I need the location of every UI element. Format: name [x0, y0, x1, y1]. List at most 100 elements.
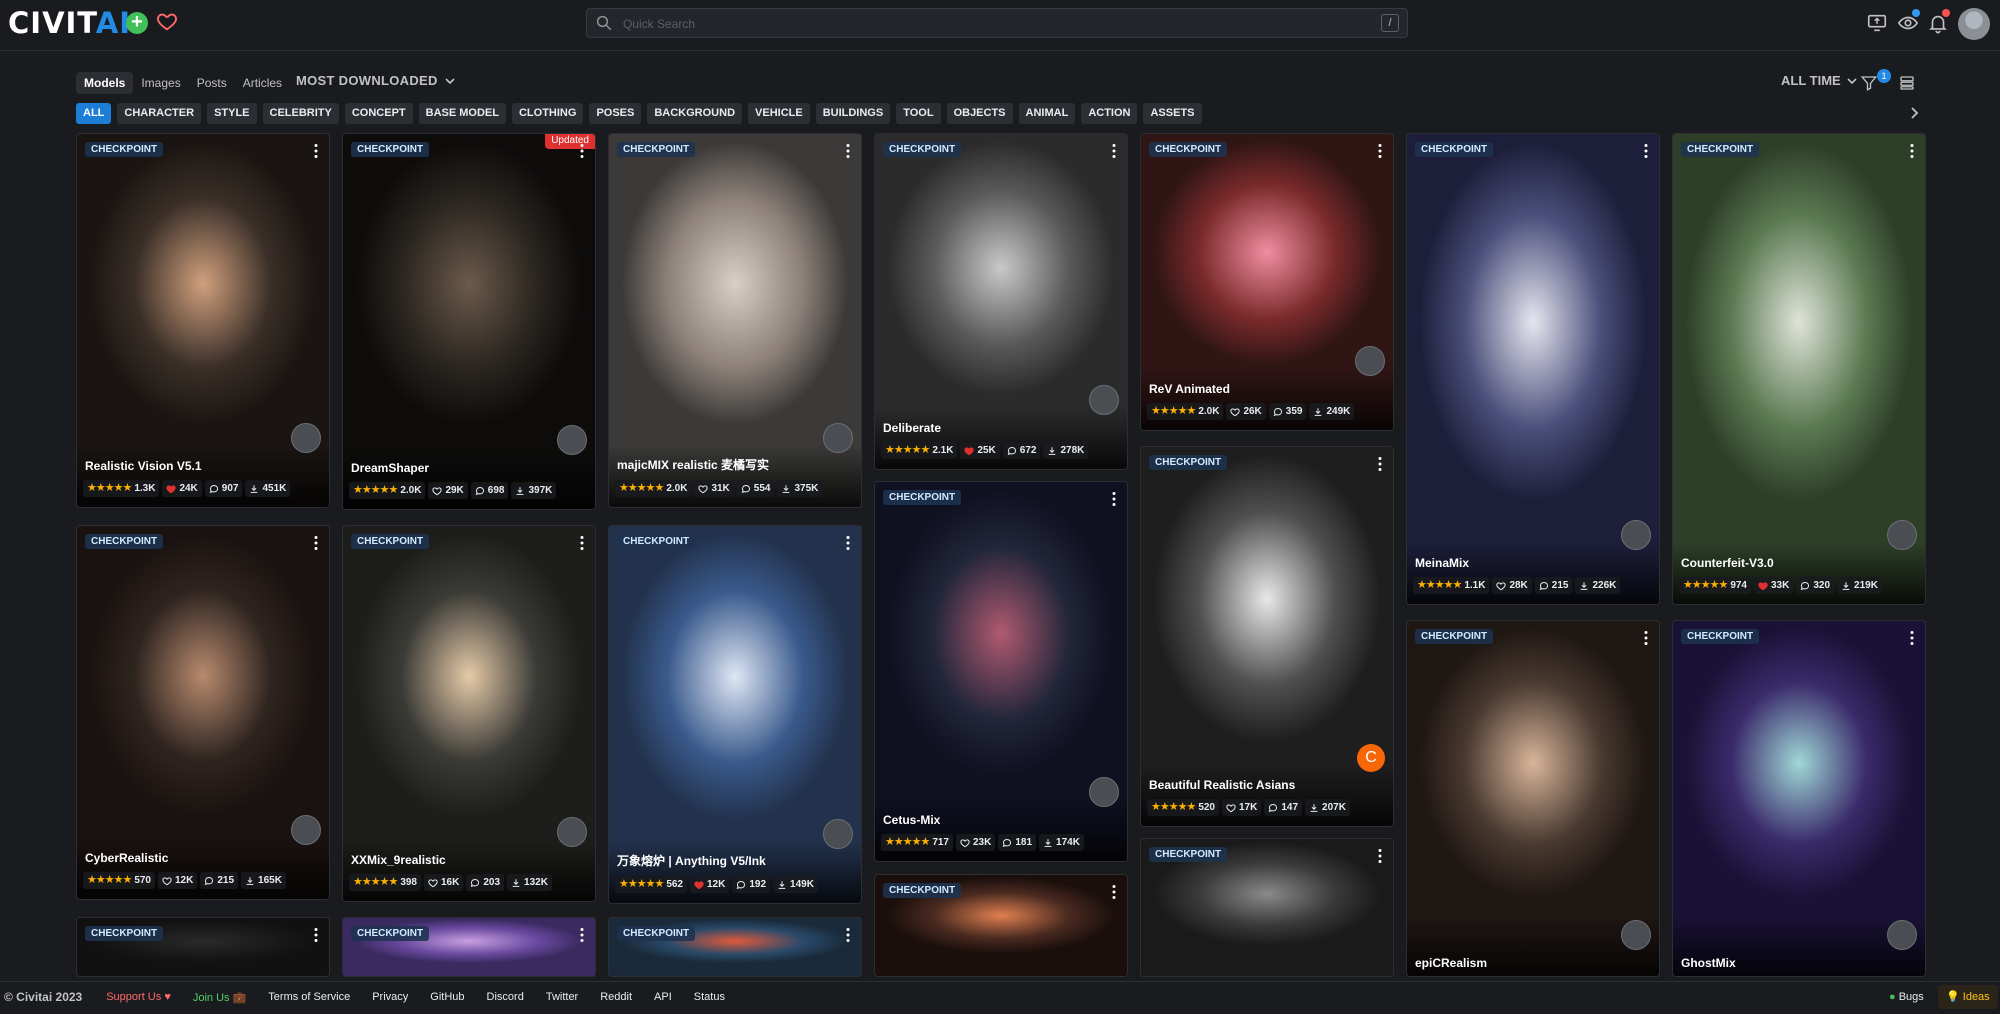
model-name[interactable]: epiCRealism — [1415, 956, 1487, 970]
creator-avatar[interactable] — [1355, 346, 1385, 376]
footer-link-support[interactable]: Support Us ♥ — [106, 991, 171, 1003]
creator-avatar[interactable] — [1621, 920, 1651, 950]
category-all[interactable]: ALL — [76, 103, 112, 124]
category-assets[interactable]: ASSETS — [1143, 103, 1202, 124]
creator-avatar[interactable] — [1621, 520, 1651, 550]
model-name[interactable]: MeinaMix — [1415, 556, 1469, 570]
creator-avatar[interactable] — [1887, 520, 1917, 550]
creator-avatar[interactable] — [1089, 777, 1119, 807]
model-card[interactable]: CHECKPOINT GhostMix — [1672, 620, 1926, 977]
model-name[interactable]: ReV Animated — [1149, 382, 1230, 396]
category-animal[interactable]: ANIMAL — [1018, 103, 1076, 124]
model-name[interactable]: Deliberate — [883, 421, 941, 435]
model-name[interactable]: XXMix_9realistic — [351, 853, 446, 867]
search-input[interactable] — [621, 12, 1345, 36]
card-menu-icon[interactable] — [579, 927, 585, 943]
model-name[interactable]: Counterfeit-V3.0 — [1681, 556, 1774, 570]
card-menu-icon[interactable] — [1909, 143, 1915, 159]
card-menu-icon[interactable] — [579, 535, 585, 551]
card-menu-icon[interactable] — [1377, 848, 1383, 864]
model-card[interactable]: CHECKPOINT — [608, 917, 862, 977]
category-poses[interactable]: POSES — [589, 103, 642, 124]
tab-articles[interactable]: Articles — [235, 72, 290, 94]
card-menu-icon[interactable] — [845, 535, 851, 551]
bugs-button[interactable]: ● Bugs — [1889, 991, 1924, 1003]
model-card[interactable]: CHECKPOINT — [76, 917, 330, 977]
footer-link-api[interactable]: API — [654, 991, 672, 1003]
tab-posts[interactable]: Posts — [189, 72, 235, 94]
category-vehicle[interactable]: VEHICLE — [748, 103, 810, 124]
category-clothing[interactable]: CLOTHING — [511, 103, 584, 124]
card-menu-icon[interactable] — [579, 143, 585, 159]
chevron-right-icon[interactable] — [1906, 105, 1922, 121]
upload-monitor-icon[interactable] — [1866, 12, 1888, 34]
category-objects[interactable]: OBJECTS — [946, 103, 1013, 124]
civitai-logo[interactable]: CIVITAI — [8, 8, 131, 38]
category-concept[interactable]: CONCEPT — [344, 103, 413, 124]
creator-avatar[interactable]: C — [1357, 744, 1385, 772]
model-card[interactable]: CHECKPOINT — [342, 917, 596, 977]
model-card[interactable]: CHECKPOINT 万象熔炉 | Anything V5/Ink ★★★★★ 562… — [608, 525, 862, 904]
model-card[interactable]: CHECKPOINT CyberRealistic ★★★★★ 570 12K 215 16… — [76, 525, 330, 900]
model-name[interactable]: CyberRealistic — [85, 851, 168, 865]
category-style[interactable]: STYLE — [207, 103, 257, 124]
user-avatar[interactable] — [1958, 8, 1990, 40]
footer-link-reddit[interactable]: Reddit — [600, 991, 632, 1003]
filter-icon[interactable] — [1860, 74, 1878, 92]
creator-avatar[interactable] — [557, 425, 587, 455]
card-menu-icon[interactable] — [1643, 143, 1649, 159]
category-buildings[interactable]: BUILDINGS — [815, 103, 891, 124]
footer-link-terms[interactable]: Terms of Service — [268, 991, 350, 1003]
create-plus-icon[interactable]: + — [126, 12, 148, 34]
card-menu-icon[interactable] — [1111, 143, 1117, 159]
model-card[interactable]: CHECKPOINT epiCRealism — [1406, 620, 1660, 977]
category-character[interactable]: CHARACTER — [117, 103, 202, 124]
card-menu-icon[interactable] — [313, 927, 319, 943]
model-card[interactable]: CHECKPOINT Counterfeit-V3.0 ★★★★★ 974 33K 320… — [1672, 133, 1926, 605]
model-card[interactable]: CHECKPOINT Updated DreamShaper ★★★★★ 2.0K 29K… — [342, 133, 596, 510]
card-menu-icon[interactable] — [845, 927, 851, 943]
model-card[interactable]: CHECKPOINT MeinaMix ★★★★★ 1.1K 28K 215 226K — [1406, 133, 1660, 605]
model-card[interactable]: CHECKPOINT majicMIX realistic 麦橘写实 ★★★★★ 2.… — [608, 133, 862, 508]
category-background[interactable]: BACKGROUND — [647, 103, 743, 124]
model-card[interactable]: CHECKPOINT — [874, 874, 1128, 977]
model-name[interactable]: DreamShaper — [351, 461, 429, 475]
card-menu-icon[interactable] — [1377, 143, 1383, 159]
period-dropdown[interactable]: ALL TIME — [1781, 73, 1857, 88]
quick-search-bar[interactable]: / — [586, 8, 1408, 38]
model-card[interactable]: CHECKPOINT ReV Animated ★★★★★ 2.0K 26K 359 249… — [1140, 133, 1394, 431]
layout-toggle-icon[interactable] — [1898, 74, 1916, 92]
card-menu-icon[interactable] — [1909, 630, 1915, 646]
model-card[interactable]: CHECKPOINT — [1140, 838, 1394, 977]
footer-link-status[interactable]: Status — [694, 991, 725, 1003]
footer-link-privacy[interactable]: Privacy — [372, 991, 408, 1003]
creator-avatar[interactable] — [291, 815, 321, 845]
creator-avatar[interactable] — [1887, 920, 1917, 950]
card-menu-icon[interactable] — [1643, 630, 1649, 646]
sort-dropdown[interactable]: MOST DOWNLOADED — [296, 73, 455, 88]
card-menu-icon[interactable] — [1111, 491, 1117, 507]
tab-images[interactable]: Images — [133, 72, 188, 94]
model-name[interactable]: Beautiful Realistic Asians — [1149, 778, 1295, 792]
category-celebrity[interactable]: CELEBRITY — [262, 103, 339, 124]
model-card[interactable]: CHECKPOINT Deliberate ★★★★★ 2.1K 25K 672 278K — [874, 133, 1128, 470]
model-name[interactable]: Cetus-Mix — [883, 813, 940, 827]
card-menu-icon[interactable] — [313, 143, 319, 159]
category-base-model[interactable]: BASE MODEL — [418, 103, 506, 124]
footer-link-join[interactable]: Join Us 💼 — [193, 991, 246, 1004]
creator-avatar[interactable] — [823, 423, 853, 453]
creator-avatar[interactable] — [1089, 385, 1119, 415]
creator-avatar[interactable] — [557, 817, 587, 847]
card-menu-icon[interactable] — [845, 143, 851, 159]
card-menu-icon[interactable] — [1377, 456, 1383, 472]
model-card[interactable]: CHECKPOINT Cetus-Mix ★★★★★ 717 23K 181 174K — [874, 481, 1128, 862]
category-tool[interactable]: TOOL — [896, 103, 941, 124]
ideas-button[interactable]: 💡 Ideas — [1938, 985, 1998, 1009]
model-name[interactable]: 万象熔炉 | Anything V5/Ink — [617, 852, 766, 869]
footer-link-twitter[interactable]: Twitter — [546, 991, 578, 1003]
card-menu-icon[interactable] — [313, 535, 319, 551]
model-card[interactable]: CHECKPOINT XXMix_9realistic ★★★★★ 398 16K 203… — [342, 525, 596, 902]
tab-models[interactable]: Models — [76, 72, 134, 94]
model-card[interactable]: CHECKPOINT Realistic Vision V5.1 ★★★★★ 1.3K… — [76, 133, 330, 508]
model-card[interactable]: CHECKPOINT C Beautiful Realistic Asians ★★★… — [1140, 446, 1394, 827]
